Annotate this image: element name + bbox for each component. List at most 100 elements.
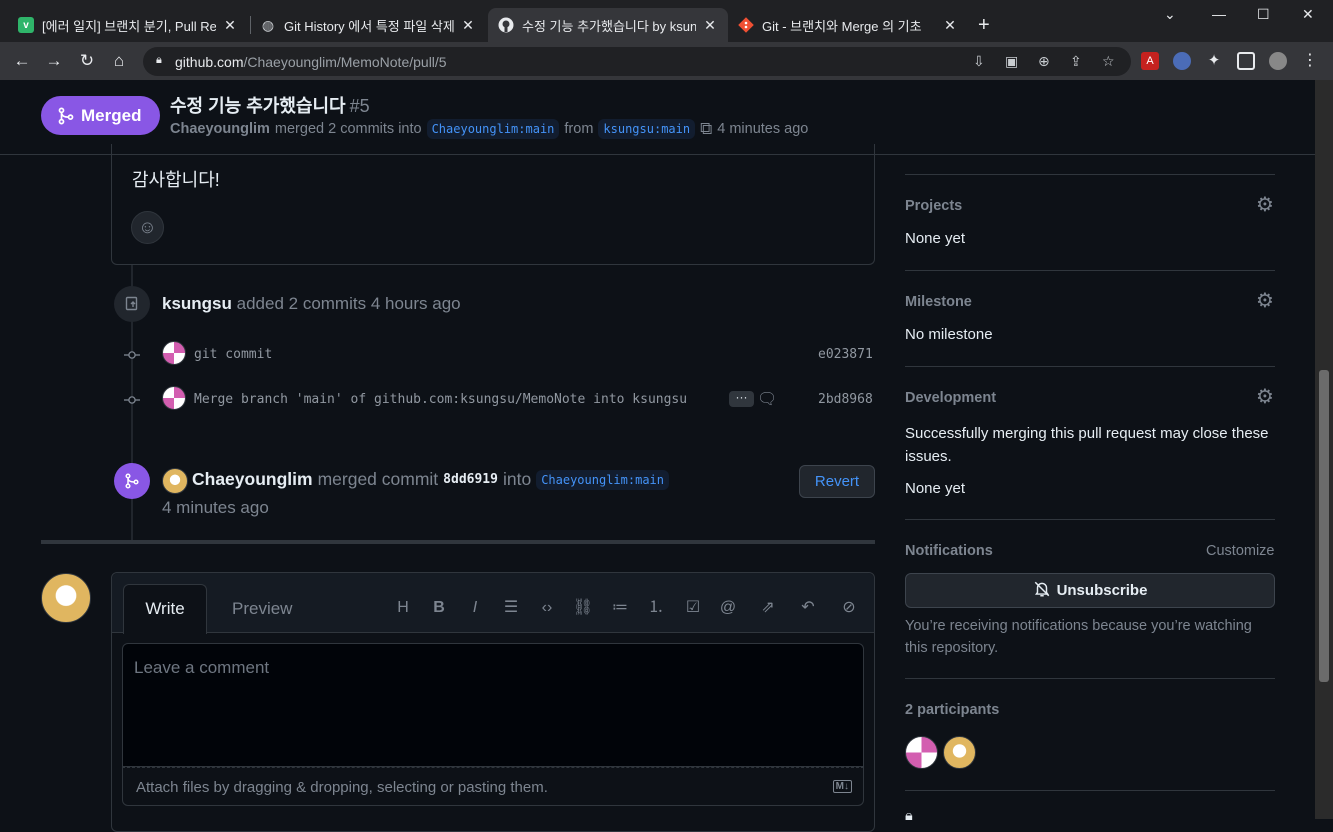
merge-commit-sha-link[interactable]: 8dd6919 [443,472,498,487]
attach-files-area[interactable]: Attach files by dragging & dropping, sel… [122,767,864,806]
markdown-icon[interactable]: M↓ [832,780,852,793]
globe-icon: ◍ [261,16,275,33]
reply-icon[interactable]: ↶ [797,597,819,619]
merged-state-badge: Merged [41,96,160,135]
italic-icon[interactable]: I [464,597,486,619]
editor-header: Write Preview H B I ☰ ‹› ⛓ ≔ ⒈ ☑ @ ⇗ ↶ ⊘ [112,573,874,634]
gear-icon[interactable]: ⚙ [1254,386,1276,408]
milestone-heading[interactable]: Milestone [905,294,972,310]
bookmark-star-icon[interactable]: ☆ [1102,53,1115,70]
comment-input[interactable]: Leave a comment [122,643,864,767]
share-icon[interactable]: ⇪ [1070,53,1082,70]
slash-commands-icon[interactable]: ⊘ [838,597,860,619]
customize-link[interactable]: Customize [1206,543,1275,559]
git-commit-icon [124,392,140,408]
home-icon[interactable]: ⌂ [109,51,129,71]
avatar[interactable] [162,341,186,365]
participant-avatar[interactable] [943,736,976,769]
pdf-extension-icon[interactable]: A [1141,52,1159,70]
attach-text: Attach files by dragging & dropping, sel… [136,779,548,796]
close-tab-icon[interactable]: ✕ [460,17,476,34]
new-tab-icon[interactable]: + [978,14,990,37]
repo-push-icon [114,286,150,322]
scrollbar-thumb[interactable] [1319,370,1329,682]
side-panel-icon[interactable] [1237,52,1255,70]
gear-icon[interactable]: ⚙ [1254,290,1276,312]
close-window-icon[interactable]: ✕ [1302,6,1314,23]
unsubscribe-button[interactable]: Unsubscribe [905,573,1275,608]
unordered-list-icon[interactable]: ≔ [609,597,631,619]
maximize-icon[interactable]: ☐ [1257,6,1270,23]
profile-avatar[interactable] [1269,52,1287,70]
translate-icon[interactable]: ▣ [1005,53,1018,70]
add-reaction-icon[interactable]: ☺ [131,211,164,244]
code-icon[interactable]: ‹› [536,597,558,619]
minimize-icon[interactable]: — [1212,6,1226,22]
comment-body: 감사합니다! [132,170,220,190]
install-app-icon[interactable]: ⇩ [973,53,985,70]
browser-tab-title: Git History 에서 특정 파일 삭제하 [284,18,454,34]
quote-icon[interactable]: ☰ [500,597,522,619]
mention-icon[interactable]: @ [717,597,739,619]
lock-conversation-icon[interactable]: 🔒︎ [905,808,913,824]
participant-avatar[interactable] [905,736,938,769]
puzzle-extensions-icon[interactable]: ✦ [1205,52,1223,70]
reload-icon[interactable]: ↻ [77,51,97,71]
browser-tab-4[interactable]: Git - 브랜치와 Merge 의 기초 ✕ [728,8,968,42]
comment-placeholder: Leave a comment [134,658,270,677]
event-action: merged commit [317,469,439,489]
lock-icon[interactable]: 🔒︎ [156,54,162,67]
close-tab-icon[interactable]: ✕ [222,17,238,34]
bold-icon[interactable]: B [428,597,450,619]
comment-box [111,144,875,265]
tab-search-icon[interactable]: ⌄ [1164,6,1176,23]
unsubscribe-label: Unsubscribe [1056,582,1148,599]
browser-tab-2[interactable]: ◍ Git History 에서 특정 파일 삭제하 ✕ [250,8,486,42]
browser-tab-title: Git - 브랜치와 Merge 의 기초 [762,18,922,34]
pr-number: #5 [349,96,370,116]
commit-sha-link[interactable]: 2bd8968 [818,392,873,407]
current-user-avatar[interactable] [41,573,91,623]
tab-preview[interactable]: Preview [232,599,292,619]
copy-icon[interactable]: ⧉ [700,119,712,139]
commit-sha-link[interactable]: e023871 [818,347,873,362]
close-tab-icon[interactable]: ✕ [702,17,718,34]
menu-kebab-icon[interactable]: ⋮ [1301,52,1319,70]
browser-tab-3-active[interactable]: 수정 기능 추가했습니다 by ksung ✕ [488,8,728,42]
browser-tab-1[interactable]: v [에러 일지] 브랜치 분기, Pull Req ✕ [8,8,248,42]
from-text: from [564,121,594,137]
back-icon[interactable]: ← [12,51,32,71]
ordered-list-icon[interactable]: ⒈ [645,597,667,619]
browser-tab-title: [에러 일지] 브랜치 분기, Pull Req [42,18,216,34]
development-heading[interactable]: Development [905,390,996,406]
task-list-icon[interactable]: ☑ [682,597,704,619]
link-icon[interactable]: ⛓ [572,597,594,619]
projects-value: None yet [905,230,966,247]
author-link[interactable]: Chaeyounglim [170,121,270,137]
cross-reference-icon[interactable]: ⇗ [757,597,779,619]
merged-label: Merged [81,105,142,125]
expand-commit-button[interactable]: ··· [729,391,754,407]
actor-link[interactable]: ksungsu [162,294,232,313]
commit-message-link[interactable]: Merge branch 'main' of github.com:ksungs… [194,392,687,407]
forward-icon[interactable]: → [44,51,64,71]
gear-icon[interactable]: ⚙ [1254,194,1276,216]
avatar[interactable] [162,386,186,410]
event-action: added 2 commits 4 hours ago [236,294,461,313]
revert-button[interactable]: Revert [799,465,875,498]
projects-heading[interactable]: Projects [905,198,962,214]
zoom-icon[interactable]: ⊕ [1038,53,1050,70]
extension-icon[interactable] [1173,52,1191,70]
base-branch[interactable]: Chaeyounglim:main [426,119,560,139]
address-bar[interactable]: 🔒︎ github.com/Chaeyounglim/MemoNote/pull… [143,47,1131,76]
tab-write[interactable]: Write [123,584,207,634]
head-branch[interactable]: ksungsu:main [598,119,696,139]
sidebar-divider [905,366,1275,367]
heading-icon[interactable]: H [392,597,414,619]
avatar[interactable] [162,468,188,494]
base-branch[interactable]: Chaeyounglim:main [536,469,670,490]
commit-message-link[interactable]: git commit [194,347,272,362]
actor-link[interactable]: Chaeyounglim [192,469,313,490]
close-tab-icon[interactable]: ✕ [942,17,958,34]
milestone-value: No milestone [905,326,993,343]
